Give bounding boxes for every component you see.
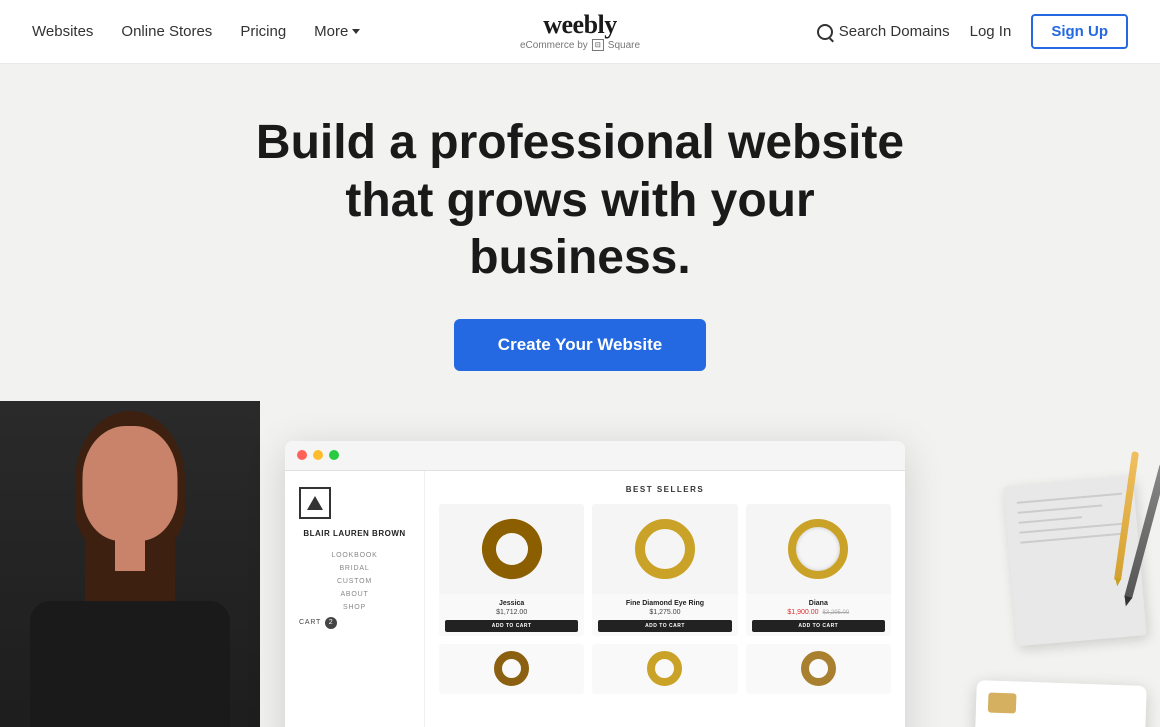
hero-bottom: BLAIR LAUREN BROWN LOOKBOOK BRIDAL CUSTO… [0,421,1160,727]
ring-small-3 [801,651,836,686]
mockup-sidebar: BLAIR LAUREN BROWN LOOKBOOK BRIDAL CUSTO… [285,471,425,727]
header: Websites Online Stores Pricing More weeb… [0,0,1160,64]
mockup-nav-shop: SHOP [299,604,410,611]
product-image-3 [746,504,891,594]
product-price-3: $1,900.00 $3,295.00 [752,609,885,616]
ring-small-1 [494,651,529,686]
nav-online-stores[interactable]: Online Stores [121,23,212,40]
product-info-1: Jessica $1,712.00 ADD TO CART [439,594,584,636]
mockup-main: BEST SELLERS Jessica $1,712.00 ADD TO CA… [425,471,905,727]
mockup-nav-bridal: BRIDAL [299,565,410,572]
browser-content: BLAIR LAUREN BROWN LOOKBOOK BRIDAL CUSTO… [285,471,905,727]
product-card-small-1 [439,644,584,694]
product-price-1: $1,712.00 [445,609,578,616]
nav-websites[interactable]: Websites [32,23,93,40]
add-to-cart-1[interactable]: ADD TO CART [445,620,578,632]
original-price: $3,295.00 [823,610,850,616]
chevron-down-icon [352,29,360,34]
search-domains-link[interactable]: Search Domains [817,23,950,40]
square-icon: ⊡ [592,39,604,51]
product-info-2: Fine Diamond Eye Ring $1,275.00 ADD TO C… [592,594,737,636]
mockup-logo-triangle [307,496,323,510]
product-price-2: $1,275.00 [598,609,731,616]
credit-card-art: 4417 1239 5678 ——————— [973,680,1147,727]
browser-dot-green [329,450,339,460]
product-card: Jessica $1,712.00 ADD TO CART [439,504,584,636]
product-card-3: Diana $1,900.00 $3,295.00 ADD TO CART [746,504,891,636]
notebook-line [1017,504,1102,513]
product-card-small-2 [592,644,737,694]
person-body [30,601,230,727]
header-actions: Search Domains Log In Sign Up [817,14,1128,49]
mockup-nav-about: ABOUT [299,591,410,598]
logo[interactable]: weebly eCommerce by ⊡ Square [520,12,640,51]
hero-section: Build a professional website that grows … [0,64,1160,727]
product-info-3: Diana $1,900.00 $3,295.00 ADD TO CART [746,594,891,636]
ring-image-3 [788,519,848,579]
browser-dot-red [297,450,307,460]
notebook-line [1019,522,1125,533]
sale-price: $1,900.00 [787,609,818,616]
hero-title: Build a professional website that grows … [240,114,920,287]
logo-name: weebly [520,12,640,38]
browser-dot-yellow [313,450,323,460]
right-art: 4417 1239 5678 ——————— Blair blairlauren… [940,441,1160,727]
product-image-2 [592,504,737,594]
product-card-2: Fine Diamond Eye Ring $1,275.00 ADD TO C… [592,504,737,636]
notebook-line [1017,492,1123,503]
best-sellers-label: BEST SELLERS [439,485,891,494]
ring-small-2 [647,651,682,686]
signup-button[interactable]: Sign Up [1031,14,1128,49]
main-nav: Websites Online Stores Pricing More [32,23,360,40]
mockup-cart: CART 2 [299,617,410,629]
card-chip [988,692,1017,713]
product-grid: Jessica $1,712.00 ADD TO CART Fine D [439,504,891,636]
notebook-line [1020,532,1126,543]
product-row-2 [439,644,891,694]
product-name-1: Jessica [445,600,578,607]
person-face [83,426,178,541]
cta-button[interactable]: Create Your Website [454,319,706,371]
login-link[interactable]: Log In [970,23,1012,40]
browser-mockup: BLAIR LAUREN BROWN LOOKBOOK BRIDAL CUSTO… [285,441,905,727]
add-to-cart-3[interactable]: ADD TO CART [752,620,885,632]
mockup-logo [299,487,331,519]
mockup-nav-custom: CUSTOM [299,578,410,585]
product-card-small-3 [746,644,891,694]
browser-bar [285,441,905,471]
mockup-nav-lookbook: LOOKBOOK [299,552,410,559]
pencil-tip [1114,578,1121,587]
person-neck [115,531,145,571]
nav-pricing[interactable]: Pricing [240,23,286,40]
nav-more[interactable]: More [314,23,360,40]
ring-image-2 [635,519,695,579]
product-name-3: Diana [752,600,885,607]
search-icon [817,24,833,40]
ring-image-1 [473,510,550,587]
product-image-1 [439,504,584,594]
mockup-brand: BLAIR LAUREN BROWN [299,529,410,538]
logo-tagline: eCommerce by ⊡ Square [520,39,640,51]
cart-badge: 2 [325,617,337,629]
person-image [0,401,260,727]
notebook-line [1018,516,1082,524]
product-name-2: Fine Diamond Eye Ring [598,600,731,607]
add-to-cart-2[interactable]: ADD TO CART [598,620,731,632]
